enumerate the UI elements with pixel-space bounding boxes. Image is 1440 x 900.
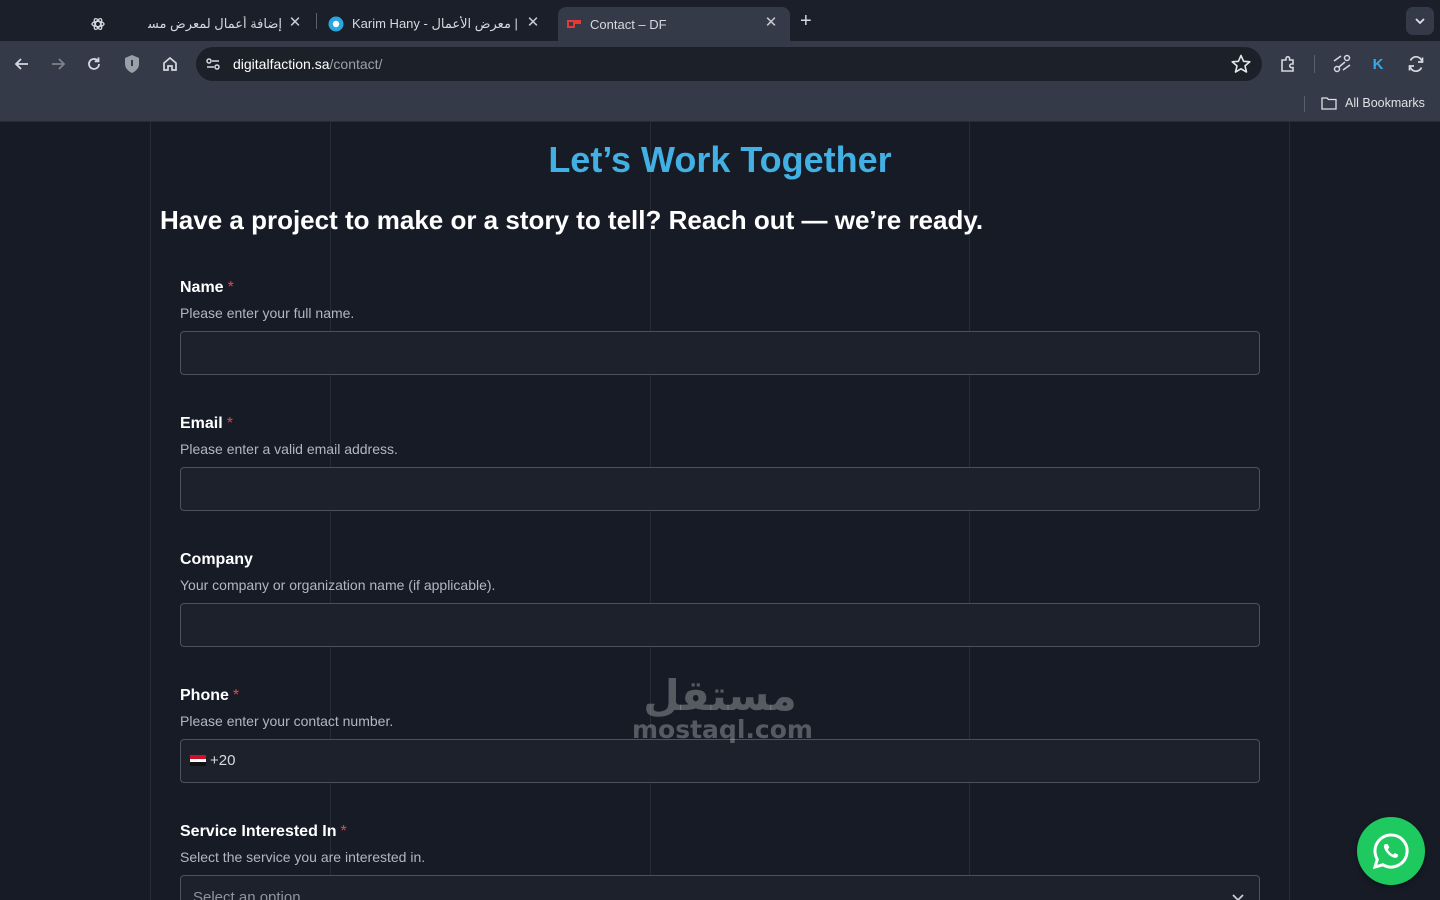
extensions-button[interactable] xyxy=(1276,52,1300,76)
email-input[interactable] xyxy=(180,467,1260,511)
browser-toolbar: digitalfaction.sa/contact/ K xyxy=(0,41,1440,87)
page-subtitle: Have a project to make or a story to tel… xyxy=(160,205,984,235)
df-icon xyxy=(566,16,582,32)
grid-line xyxy=(150,122,151,900)
shield-icon xyxy=(125,55,139,73)
country-code: +20 xyxy=(210,752,236,769)
url-host: digitalfaction.sa xyxy=(233,56,330,72)
folder-icon xyxy=(1321,97,1337,110)
sync-icon xyxy=(1408,55,1424,73)
bookmark-star-button[interactable] xyxy=(1230,53,1252,80)
reload-button[interactable] xyxy=(82,52,106,76)
grid-line xyxy=(969,122,970,900)
star-icon xyxy=(1231,54,1251,73)
close-tab-icon[interactable]: ✕ xyxy=(286,13,304,31)
name-field-group: Name * Please enter your full name. xyxy=(180,279,1260,375)
tab-mostaql-add-work[interactable]: إضافة أعمال لمعرض مستقل ✕ xyxy=(82,7,314,41)
phone-label-text: Phone xyxy=(180,687,229,704)
profile-extension-button[interactable]: K xyxy=(1366,52,1390,76)
phone-input[interactable]: +20 xyxy=(180,739,1260,783)
whatsapp-chat-button[interactable] xyxy=(1357,817,1425,885)
all-bookmarks-label: All Bookmarks xyxy=(1345,96,1425,110)
company-field-group: Company Your company or organization nam… xyxy=(180,551,1260,647)
service-field-group: Service Interested In * Select the servic… xyxy=(180,823,1260,900)
toolbar-separator xyxy=(1314,55,1315,73)
country-code-selector[interactable]: +20 xyxy=(190,752,235,769)
close-tab-icon[interactable]: ✕ xyxy=(762,13,780,31)
company-hint: Your company or organization name (if ap… xyxy=(180,577,496,593)
shield-extension-button[interactable] xyxy=(120,52,144,76)
forward-button[interactable] xyxy=(46,52,70,76)
bookmarks-bar: All Bookmarks xyxy=(0,87,1440,122)
required-mark: * xyxy=(227,279,234,296)
service-label: Service Interested In * xyxy=(180,823,1260,843)
site-settings-icon[interactable] xyxy=(204,55,222,78)
required-mark: * xyxy=(226,415,233,432)
watermark-arabic: مستقل xyxy=(643,671,797,720)
url-path: /contact/ xyxy=(329,56,383,72)
tab-contact-df[interactable]: Contact – DF ✕ xyxy=(558,7,790,41)
url-text: digitalfaction.sa/contact/ xyxy=(233,56,382,72)
all-bookmarks-button[interactable]: All Bookmarks xyxy=(1321,96,1425,110)
page-title: Let’s Work Together xyxy=(548,139,892,180)
puzzle-icon xyxy=(1281,55,1294,72)
name-label-text: Name xyxy=(180,279,224,296)
reload-icon xyxy=(88,57,100,70)
openai-icon xyxy=(90,16,106,32)
required-mark: * xyxy=(340,823,347,840)
service-select[interactable]: Select an option xyxy=(180,875,1260,900)
arrow-left-icon xyxy=(14,58,28,70)
watermark-latin: mostaql.com xyxy=(632,715,813,744)
service-hint: Select the service you are interested in… xyxy=(180,849,426,865)
service-label-text: Service Interested In xyxy=(180,823,337,840)
back-button[interactable] xyxy=(10,52,34,76)
company-label: Company xyxy=(180,551,253,568)
email-label: Email * xyxy=(180,415,1260,435)
sync-button[interactable] xyxy=(1404,52,1428,76)
name-input[interactable] xyxy=(180,331,1260,375)
share-nodes-icon xyxy=(1333,54,1351,73)
arrow-right-icon xyxy=(52,58,66,70)
bookmarks-separator xyxy=(1304,96,1305,112)
grid-line xyxy=(330,122,331,900)
tab-strip: إضافة أعمال لمعرض مستقل ✕ Karim Hany - م… xyxy=(0,0,1440,41)
service-select-placeholder: Select an option xyxy=(193,889,301,900)
tab-separator xyxy=(316,13,317,29)
home-icon xyxy=(163,56,177,71)
extension-share-button[interactable] xyxy=(1330,52,1354,76)
name-hint: Please enter your full name. xyxy=(180,305,355,321)
tab-title: Karim Hany - مستقل | معرض الأعمال xyxy=(352,16,520,31)
egypt-flag-icon xyxy=(190,755,206,767)
tab-search-button[interactable] xyxy=(1406,7,1434,35)
email-hint: Please enter a valid email address. xyxy=(180,441,398,457)
profile-initial: K xyxy=(1372,55,1384,73)
chevron-down-icon xyxy=(1231,890,1245,900)
tab-karim-hany[interactable]: Karim Hany - مستقل | معرض الأعمال ✕ xyxy=(320,7,552,41)
grid-line xyxy=(650,122,651,900)
home-button[interactable] xyxy=(158,52,182,76)
tab-title: إضافة أعمال لمعرض مستقل xyxy=(148,16,282,31)
required-mark: * xyxy=(232,687,240,704)
email-field-group: Email * Please enter a valid email addres… xyxy=(180,415,1260,511)
tab-title: Contact – DF xyxy=(590,16,667,32)
email-label-text: Email xyxy=(180,415,223,432)
address-bar[interactable]: digitalfaction.sa/contact/ xyxy=(196,47,1262,81)
mostaql-watermark: مستقل mostaql.com xyxy=(632,671,813,744)
grid-line xyxy=(1289,122,1290,900)
new-tab-button[interactable]: + xyxy=(800,10,812,33)
close-tab-icon[interactable]: ✕ xyxy=(524,13,542,31)
mostaql-icon xyxy=(328,16,344,32)
page-content: Let’s Work Together Have a project to ma… xyxy=(0,122,1440,900)
chevron-down-icon xyxy=(1415,18,1425,25)
name-label: Name * xyxy=(180,279,1260,299)
whatsapp-icon xyxy=(1372,833,1409,870)
company-input[interactable] xyxy=(180,603,1260,647)
